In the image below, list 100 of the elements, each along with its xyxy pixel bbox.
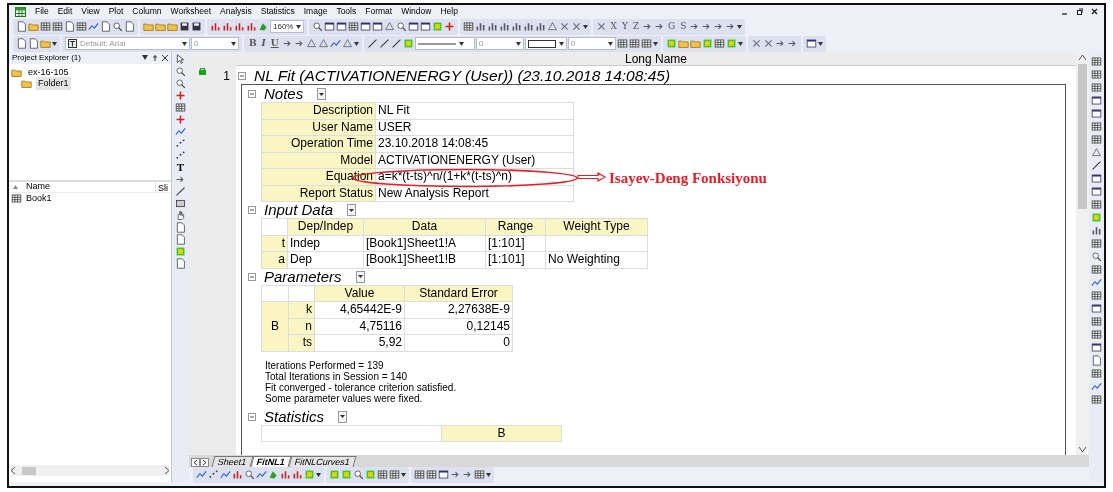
scatter-icon[interactable] — [175, 150, 186, 161]
menu-item[interactable]: Column — [132, 5, 162, 18]
menu-item[interactable]: File — [35, 5, 49, 18]
cross-icon[interactable] — [750, 38, 762, 49]
column-chart-icon[interactable] — [234, 21, 245, 32]
caret-icon[interactable] — [652, 41, 658, 46]
horizontal-scrollbar[interactable] — [11, 465, 169, 476]
grid-icon[interactable] — [713, 38, 725, 49]
scrollbar-thumb[interactable] — [22, 466, 36, 475]
grid-icon[interactable] — [1091, 69, 1102, 80]
pointer-icon[interactable] — [175, 54, 186, 65]
page-icon[interactable] — [16, 21, 27, 32]
window-icon[interactable] — [324, 21, 336, 32]
caret-icon[interactable] — [583, 24, 589, 29]
menu-item[interactable]: Statistics — [260, 5, 295, 18]
magnifier-icon[interactable] — [112, 21, 123, 32]
color-map-icon[interactable] — [304, 469, 315, 480]
window-icon[interactable] — [372, 21, 384, 32]
axis-button[interactable]: X — [608, 21, 619, 32]
group-button[interactable]: S — [678, 21, 689, 32]
caret-icon[interactable] — [357, 275, 363, 278]
color-map-icon[interactable] — [329, 469, 340, 480]
cross-icon[interactable] — [762, 38, 774, 49]
arrow-icon[interactable] — [281, 38, 293, 49]
grid-icon[interactable] — [1091, 368, 1102, 379]
column-chart-icon[interactable] — [232, 469, 243, 480]
caret-icon[interactable] — [340, 415, 345, 418]
column-header[interactable]: Sli — [156, 182, 168, 192]
arrow-icon[interactable] — [701, 21, 713, 32]
caret-icon[interactable] — [353, 41, 359, 46]
caret-icon[interactable] — [558, 41, 564, 46]
menu-item[interactable]: Tools — [336, 5, 357, 18]
window-icon[interactable] — [1091, 303, 1102, 314]
caret-icon[interactable] — [515, 41, 521, 46]
pin-icon[interactable] — [152, 55, 158, 61]
window-icon[interactable] — [1091, 186, 1102, 197]
color-map-icon[interactable] — [365, 469, 376, 480]
grid-icon[interactable] — [52, 21, 63, 32]
line-chart-icon[interactable] — [175, 126, 186, 137]
scatter-icon[interactable] — [208, 469, 219, 480]
arrow-icon[interactable] — [175, 174, 186, 185]
magnifier-icon[interactable] — [353, 469, 364, 480]
magnifier-icon[interactable] — [175, 66, 186, 77]
window-icon[interactable] — [1091, 95, 1102, 106]
grid-icon[interactable] — [389, 469, 400, 480]
window-icon[interactable] — [336, 21, 348, 32]
column-chart-icon[interactable] — [222, 21, 233, 32]
grid-icon[interactable] — [628, 38, 640, 49]
window-icon[interactable] — [1091, 108, 1102, 119]
dropdown-button[interactable] — [355, 270, 365, 283]
border-combo[interactable] — [524, 37, 567, 50]
rectangle-icon[interactable] — [175, 198, 186, 209]
caret-icon[interactable] — [231, 41, 236, 46]
close-icon[interactable] — [162, 55, 168, 61]
color-map-icon[interactable] — [175, 246, 186, 257]
tree-item[interactable]: Folder1 — [36, 76, 71, 91]
grid-icon[interactable] — [414, 469, 425, 480]
dropdown-button[interactable] — [317, 88, 327, 100]
axis-button[interactable]: Y — [619, 21, 630, 32]
polygon-icon[interactable] — [258, 21, 269, 32]
page-icon[interactable] — [175, 234, 186, 245]
column-chart-icon[interactable] — [246, 21, 257, 32]
tab-prev-icon[interactable] — [191, 458, 200, 467]
dropdown-button[interactable] — [347, 204, 357, 216]
page-icon[interactable] — [175, 258, 186, 269]
page-icon[interactable] — [175, 222, 186, 233]
page-icon[interactable] — [16, 38, 27, 49]
menu-item[interactable]: Analysis — [220, 5, 252, 18]
bar-chart-icon[interactable] — [535, 21, 547, 32]
window-icon[interactable] — [1091, 173, 1102, 184]
scroll-right-icon[interactable] — [164, 467, 169, 474]
triangle-icon[interactable] — [547, 21, 559, 32]
grid-icon[interactable] — [1091, 82, 1102, 93]
axis-button[interactable]: Z — [630, 21, 642, 32]
line-chart-icon[interactable] — [329, 38, 341, 49]
column-chart-icon[interactable] — [210, 21, 221, 32]
style-button[interactable]: I — [259, 38, 268, 49]
tab-next-icon[interactable] — [200, 458, 209, 467]
collapse-icon[interactable] — [248, 272, 256, 281]
page-icon[interactable] — [124, 21, 135, 32]
arrow-icon[interactable] — [725, 21, 737, 32]
grid-icon[interactable] — [474, 469, 485, 480]
group-button[interactable]: G — [666, 21, 678, 32]
list-item[interactable]: Book1 — [26, 191, 52, 206]
magnifier-icon[interactable] — [175, 78, 186, 89]
column-header[interactable]: Name — [26, 180, 50, 194]
text-tool-button[interactable]: T — [176, 162, 185, 173]
grid-icon[interactable] — [640, 38, 652, 49]
line-chart-icon[interactable] — [256, 469, 267, 480]
caret-icon[interactable] — [182, 41, 187, 46]
line-chart-icon[interactable] — [1091, 381, 1102, 392]
bar-chart-icon[interactable] — [511, 21, 523, 32]
grid-icon[interactable] — [40, 21, 51, 32]
magnifier-icon[interactable] — [396, 21, 408, 32]
arrow-icon[interactable] — [450, 469, 461, 480]
grid-icon[interactable] — [1091, 238, 1102, 249]
vertical-scrollbar[interactable] — [1076, 52, 1089, 455]
line-chart-icon[interactable] — [220, 469, 231, 480]
app-icon[interactable] — [15, 6, 26, 17]
page-icon[interactable] — [100, 21, 111, 32]
